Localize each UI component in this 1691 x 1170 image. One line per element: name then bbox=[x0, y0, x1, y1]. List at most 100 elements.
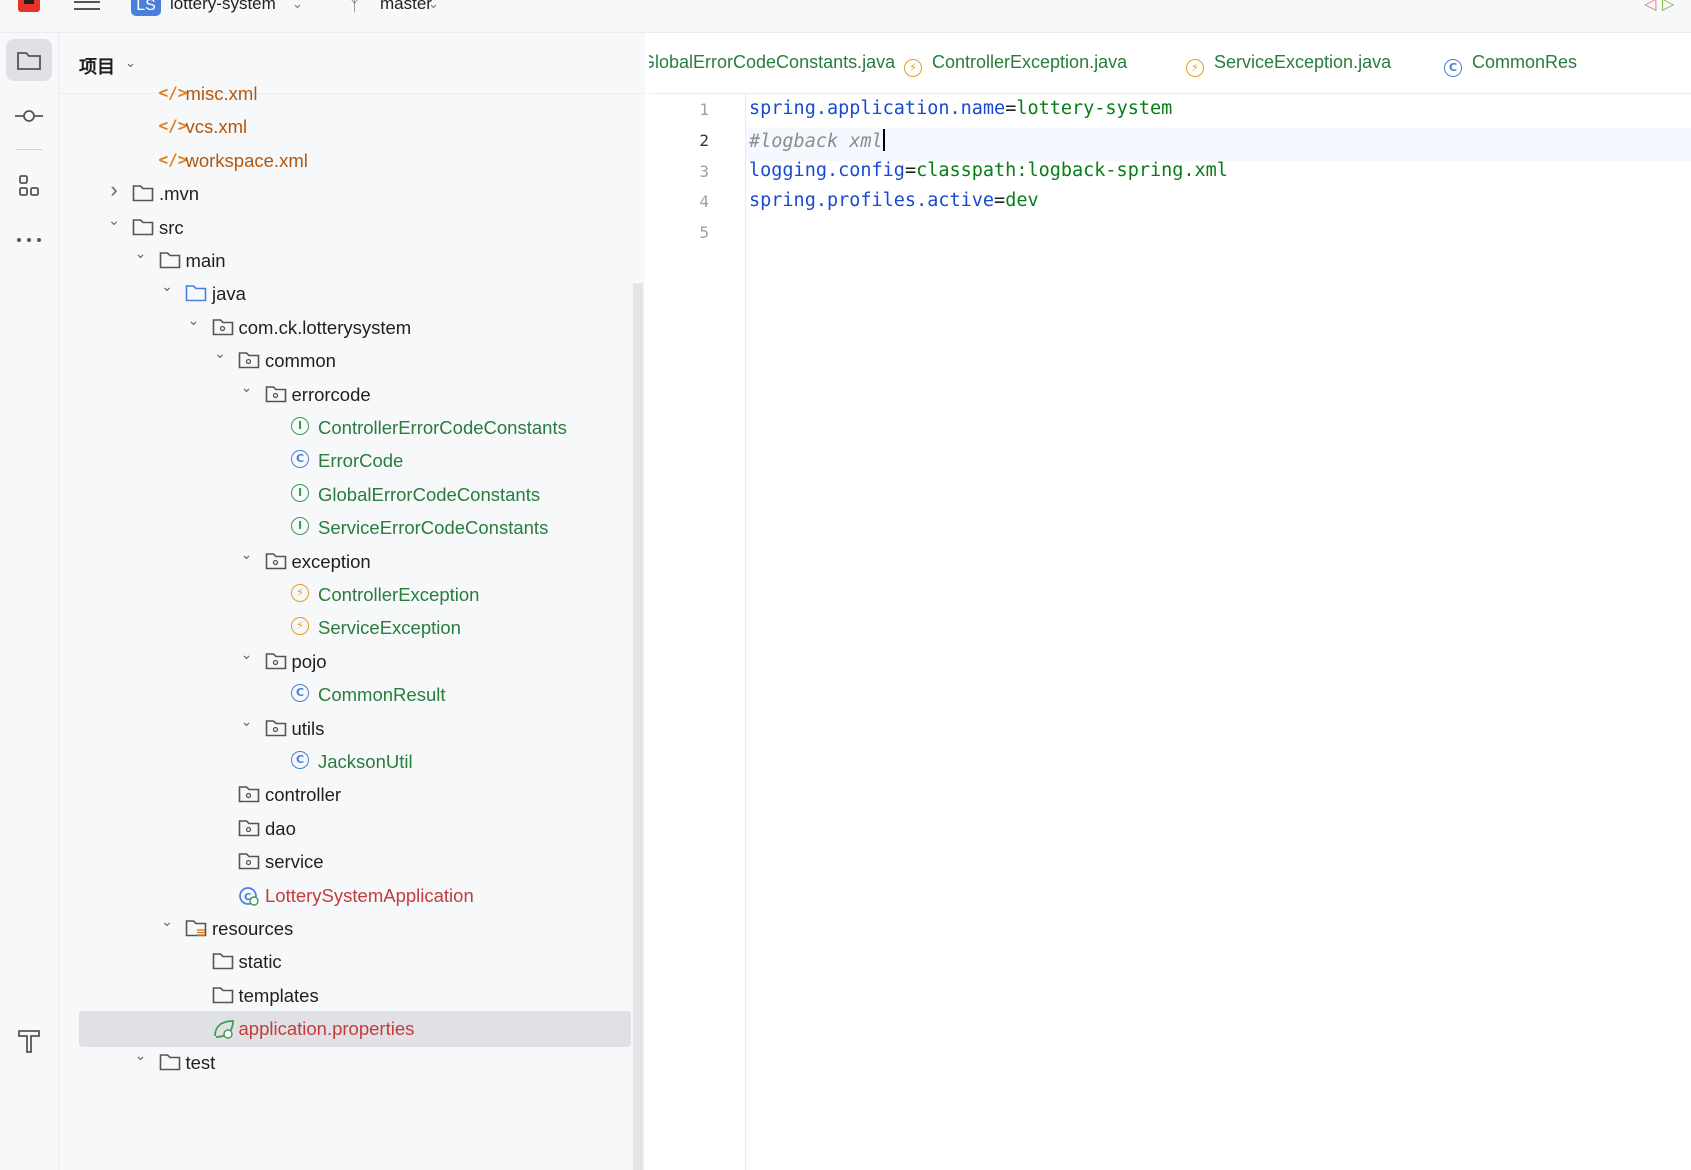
tree-item-service[interactable]: service bbox=[59, 844, 629, 880]
editor-tab-label: GlobalErrorCodeConstants.java bbox=[649, 52, 896, 72]
editor-tabbar: GlobalErrorCodeConstants.java ⚡ Controller… bbox=[649, 33, 1691, 94]
tree-item-label: .mvn bbox=[159, 183, 200, 205]
interface-icon: I bbox=[291, 517, 313, 537]
tree-item-jacksonutil[interactable]: C JacksonUtil bbox=[59, 744, 629, 780]
code-line[interactable]: spring.application.name=lottery-system bbox=[749, 98, 1172, 119]
property-separator: = bbox=[904, 159, 917, 181]
tool-window-strip bbox=[0, 33, 59, 1170]
chevron-down-icon[interactable]: ⌄ bbox=[240, 713, 254, 730]
tree-item-com-ck-lotterysystem[interactable]: ⌄ com.ck.lotterysystem bbox=[59, 310, 629, 346]
tree-item-main[interactable]: ⌄ main bbox=[59, 243, 629, 279]
tree-item-resources[interactable]: ⌄ resources bbox=[59, 911, 629, 947]
xml-file-icon: </> bbox=[158, 149, 188, 169]
editor-tab-commonres[interactable]: C CommonRes bbox=[1444, 52, 1577, 77]
main-menu-icon[interactable] bbox=[74, 0, 100, 14]
code-line[interactable]: #logback xml bbox=[749, 128, 885, 152]
build-tool-button[interactable] bbox=[6, 1019, 52, 1061]
tree-item-java[interactable]: ⌄ java bbox=[59, 276, 629, 312]
property-separator: = bbox=[1005, 98, 1017, 119]
tree-item-label: templates bbox=[238, 984, 319, 1006]
commit-tool-button[interactable] bbox=[6, 95, 52, 137]
package-icon bbox=[238, 818, 260, 838]
tree-item-serviceerrorcodeconstants[interactable]: I ServiceErrorCodeConstants bbox=[59, 510, 629, 546]
more-tools-button[interactable] bbox=[6, 219, 52, 261]
chevron-right-icon[interactable]: › bbox=[107, 177, 121, 203]
structure-tool-button[interactable] bbox=[6, 165, 52, 207]
branch-icon[interactable]: ᛉ bbox=[350, 0, 359, 15]
tree-item-controllererrorcodeconstants[interactable]: I ControllerErrorCodeConstants bbox=[59, 410, 629, 446]
chevron-down-icon[interactable]: ⌄ bbox=[160, 913, 174, 930]
project-chevron-down-icon[interactable]: ⌄ bbox=[292, 0, 303, 12]
tree-item-exception[interactable]: ⌄ exception bbox=[59, 544, 629, 580]
tree-item-templates[interactable]: templates bbox=[59, 978, 629, 1014]
chevron-down-icon[interactable]: ⌄ bbox=[240, 379, 254, 396]
tree-item-mvn[interactable]: › .mvn bbox=[59, 176, 629, 212]
tree-item-dao[interactable]: dao bbox=[59, 811, 629, 847]
property-value: lottery-system bbox=[1016, 98, 1173, 119]
branch-chevron-down-icon[interactable]: ⌄ bbox=[428, 0, 439, 12]
tool-separator bbox=[16, 149, 42, 150]
code-line[interactable]: logging.config=classpath:logback-spring.… bbox=[749, 160, 1228, 181]
tree-item-label: pojo bbox=[291, 650, 327, 672]
tree-item-pojo[interactable]: ⌄ pojo bbox=[59, 644, 629, 680]
chevron-down-icon[interactable]: ⌄ bbox=[213, 345, 227, 362]
text-caret bbox=[882, 128, 885, 151]
tree-item-vcs-xml[interactable]: </> vcs.xml bbox=[59, 109, 629, 145]
tree-item-label: main bbox=[185, 250, 226, 271]
chevron-down-icon[interactable]: ⌄ bbox=[134, 245, 148, 262]
chevron-down-icon[interactable]: ⌄ bbox=[107, 212, 121, 229]
editor-area: GlobalErrorCodeConstants.java ⚡ Controller… bbox=[649, 33, 1691, 1170]
tree-item-label: errorcode bbox=[291, 383, 371, 405]
project-name[interactable]: lottery-system bbox=[170, 0, 276, 14]
tree-item-application-properties[interactable]: application.properties bbox=[79, 1011, 631, 1048]
forward-arrow-icon[interactable]: ▷ bbox=[1662, 0, 1674, 14]
panel-scrollbar[interactable] bbox=[633, 283, 643, 1170]
back-arrow-icon[interactable]: ◁ bbox=[1644, 0, 1656, 14]
chevron-down-icon[interactable]: ⌄ bbox=[134, 1047, 148, 1064]
commit-icon bbox=[15, 110, 43, 122]
chevron-down-icon[interactable]: ⌄ bbox=[187, 312, 201, 329]
tree-item-serviceexception[interactable]: ⚡ ServiceException bbox=[59, 610, 629, 646]
tree-item-label: controller bbox=[265, 784, 342, 806]
chevron-down-icon[interactable]: ⌄ bbox=[160, 278, 174, 295]
folder-icon bbox=[212, 985, 234, 1005]
tree-item-label: com.ck.lotterysystem bbox=[238, 316, 412, 338]
editor-tab-serviceexception-java[interactable]: ⚡ ServiceException.java bbox=[1186, 52, 1391, 77]
project-tool-button[interactable] bbox=[6, 39, 52, 81]
tree-item-commonresult[interactable]: C CommonResult bbox=[59, 677, 629, 713]
package-icon bbox=[265, 651, 287, 671]
tree-item-src[interactable]: ⌄ src bbox=[59, 210, 629, 246]
tree-item-label: application.properties bbox=[238, 1018, 415, 1040]
tree-item-label: dao bbox=[265, 817, 296, 839]
tree-item-label: java bbox=[212, 283, 246, 305]
chevron-down-icon[interactable]: ⌄ bbox=[240, 546, 254, 563]
property-value: classpath:logback-spring.xml bbox=[916, 159, 1228, 181]
editor-tab-label: ControllerException.java bbox=[932, 52, 1128, 72]
xml-file-icon: </> bbox=[158, 116, 188, 136]
tree-item-errorcode[interactable]: ⌄ errorcode bbox=[59, 377, 629, 413]
editor-tab-globalerrorcodeconstants-java[interactable]: GlobalErrorCodeConstants.java bbox=[649, 52, 895, 73]
tree-item-controller[interactable]: controller bbox=[59, 777, 629, 813]
tree-item-globalerrorcodeconstants[interactable]: I GlobalErrorCodeConstants bbox=[59, 477, 629, 513]
tree-item-workspace-xml[interactable]: </> workspace.xml bbox=[59, 143, 629, 179]
tree-item-test[interactable]: ⌄ test bbox=[59, 1045, 629, 1081]
package-icon bbox=[238, 350, 260, 370]
tree-item-utils[interactable]: ⌄ utils bbox=[59, 711, 629, 747]
tree-item-label: GlobalErrorCodeConstants bbox=[318, 483, 541, 505]
folder-icon bbox=[17, 52, 41, 70]
line-number-gutter: 1 2 3 4 5 bbox=[649, 94, 746, 1170]
chevron-down-icon[interactable]: ⌄ bbox=[240, 646, 254, 663]
tree-item-misc-xml[interactable]: </> misc.xml bbox=[59, 76, 629, 112]
branch-name[interactable]: master bbox=[380, 0, 432, 14]
tree-item-static[interactable]: static bbox=[59, 944, 629, 980]
resources-folder-icon bbox=[185, 918, 207, 938]
editor-tab-controllerexception-java[interactable]: ⚡ ControllerException.java bbox=[904, 52, 1127, 77]
code-line[interactable]: spring.profiles.active=dev bbox=[749, 190, 1039, 211]
project-badge[interactable]: LS bbox=[131, 0, 161, 16]
tree-item-errorcode[interactable]: C ErrorCode bbox=[59, 443, 629, 479]
class-icon: C bbox=[291, 450, 313, 470]
panel-title-chevron-down-icon[interactable]: ⌄ bbox=[125, 55, 136, 71]
tree-item-controllerexception[interactable]: ⚡ ControllerException bbox=[59, 577, 629, 613]
tree-item-common[interactable]: ⌄ common bbox=[59, 343, 629, 379]
tree-item-lotterysystemapplication[interactable]: C LotterySystemApplication bbox=[59, 878, 629, 914]
